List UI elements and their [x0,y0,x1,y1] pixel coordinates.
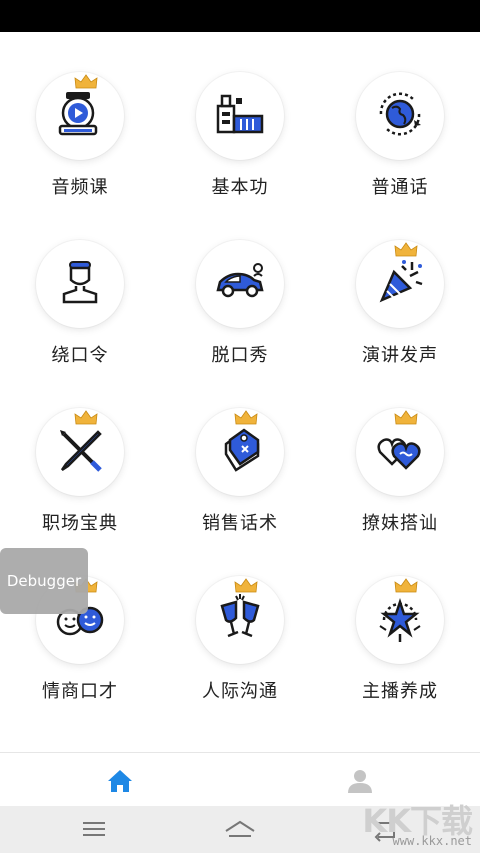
crown-icon [74,410,98,425]
hearts-icon [377,438,421,470]
grid-item-label: 主播养成 [362,681,438,702]
grid-item-label: 演讲发声 [362,345,438,366]
icon-circle [356,72,444,160]
grid-item-streamer[interactable]: 主播养成 [320,536,480,704]
grid-item-label: 绕口令 [51,345,109,366]
grid-item-label: 职场宝典 [42,513,118,534]
status-bar [0,0,480,32]
crown-icon [394,578,418,593]
star-badge-icon [379,598,421,642]
video-course-icon [58,92,98,136]
grid-item-label: 脱口秀 [211,345,269,366]
watermark: KK下载 www.kkx.net [360,796,478,852]
grid-item-talk-show[interactable]: 脱口秀 [160,200,320,368]
menu-nav-button[interactable] [74,814,114,844]
home-outline-icon [225,820,255,837]
grid-item-basic-skills[interactable]: 基本功 [160,32,320,200]
grid-item-workplace[interactable]: 职场宝典 [0,368,160,536]
crown-icon [234,578,258,593]
grid-item-speech[interactable]: 演讲发声 [320,200,480,368]
pen-tools-icon [60,430,102,472]
globe-icon [379,92,421,136]
grid-item-label: 普通话 [371,177,429,198]
icon-circle [196,72,284,160]
grid-item-label: 音频课 [51,177,109,198]
crown-icon [394,242,418,257]
grid-item-interpersonal[interactable]: 人际沟通 [160,536,320,704]
toast-glasses-icon [220,594,260,638]
factory-icon [216,94,264,134]
crown-icon [74,74,98,89]
party-popper-icon [379,260,423,303]
person-icon [62,261,98,304]
course-grid: 音频课 基本功 普通话 绕口令 脱口秀 演讲发声 职场宝典 销售话术 撩妹搭讪 … [0,32,480,744]
grid-item-label: 基本功 [211,177,269,198]
icon-circle [196,240,284,328]
price-tag-icon [224,428,260,472]
grid-item-label: 撩妹搭讪 [362,513,438,534]
grid-item-mandarin[interactable]: 普通话 [320,32,480,200]
crown-icon [234,410,258,425]
home-nav-button[interactable] [220,814,260,844]
icon-circle [36,240,124,328]
crown-icon [394,410,418,425]
grid-item-audio-course[interactable]: 音频课 [0,32,160,200]
grid-item-dating[interactable]: 撩妹搭讪 [320,368,480,536]
home-icon [108,770,132,792]
grid-item-label: 销售话术 [202,513,278,534]
user-icon [348,770,372,793]
menu-icon [83,822,105,836]
tab-home[interactable] [0,753,240,807]
grid-item-label: 情商口才 [42,681,118,702]
grid-item-tongue-twister[interactable]: 绕口令 [0,200,160,368]
debugger-button[interactable]: Debugger [0,548,88,614]
grid-item-sales[interactable]: 销售话术 [160,368,320,536]
watermark-url: www.kkx.net [392,834,472,848]
car-icon [216,263,264,298]
grid-item-label: 人际沟通 [202,681,278,702]
